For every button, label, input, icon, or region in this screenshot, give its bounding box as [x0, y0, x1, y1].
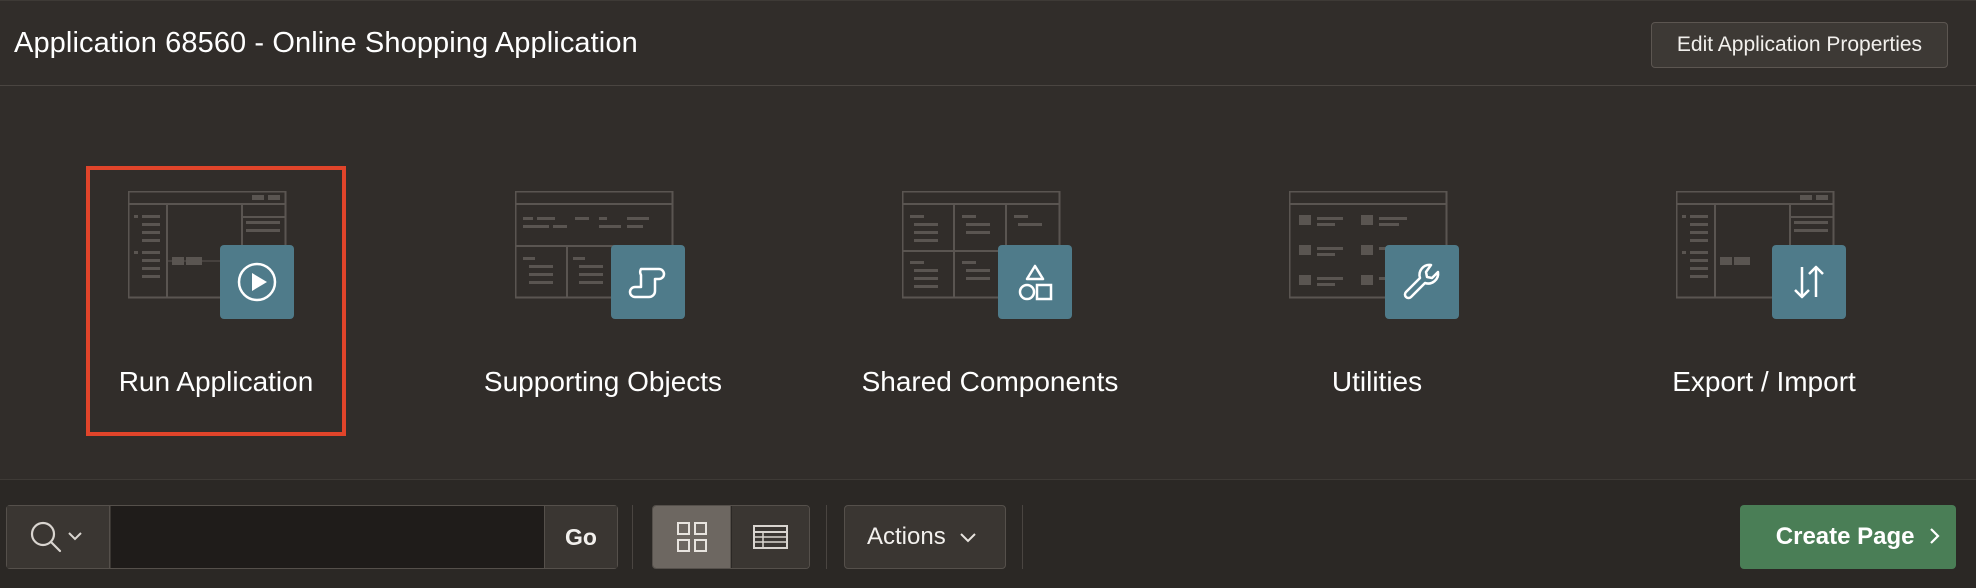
search-icon	[30, 521, 82, 553]
supporting-objects-badge	[611, 245, 685, 319]
shared-components-badge	[998, 245, 1072, 319]
run-badge	[220, 245, 294, 319]
search-group: Go	[6, 505, 618, 569]
tile-supporting-objects[interactable]: Supporting Objects	[473, 166, 733, 436]
application-header: Application 68560 - Online Shopping Appl…	[0, 0, 1976, 86]
chevron-down-icon	[960, 532, 977, 543]
toolbar-divider	[1022, 505, 1023, 569]
search-input[interactable]	[111, 506, 544, 568]
export-import-badge	[1772, 245, 1846, 319]
edit-application-properties-button[interactable]: Edit Application Properties	[1651, 22, 1948, 68]
actions-label: Actions	[867, 523, 946, 550]
search-column-selector[interactable]	[7, 506, 110, 568]
tile-run-application[interactable]: Run Application	[86, 166, 346, 436]
tile-label: Export / Import	[1672, 366, 1856, 397]
tile-export-import[interactable]: Export / Import	[1634, 166, 1894, 436]
toolbar-divider	[632, 505, 633, 569]
page-title: Application 68560 - Online Shopping Appl…	[14, 27, 638, 59]
utilities-badge	[1385, 245, 1459, 319]
go-button[interactable]: Go	[544, 506, 617, 568]
tile-utilities[interactable]: Utilities	[1247, 166, 1507, 436]
tile-label: Shared Components	[861, 366, 1119, 397]
grid-view-button[interactable]	[653, 506, 731, 568]
toolbar: Go Actions Create Page	[0, 479, 1976, 588]
scroll-icon	[628, 267, 666, 299]
tile-label: Run Application	[118, 366, 314, 397]
create-page-button[interactable]: Create Page	[1740, 505, 1956, 569]
up-down-arrows-icon	[1794, 265, 1824, 299]
view-mode-toggle	[652, 505, 810, 569]
app-builder-page: Application 68560 - Online Shopping Appl…	[0, 0, 1976, 588]
table-icon	[753, 525, 788, 549]
chevron-right-icon	[1930, 528, 1940, 544]
application-tiles: Run Application Supporting Objects Share…	[0, 87, 1976, 479]
play-icon	[237, 262, 277, 302]
tile-label: Utilities	[1331, 366, 1423, 397]
toolbar-divider	[826, 505, 827, 569]
tile-label: Supporting Objects	[483, 366, 723, 397]
shapes-icon	[1018, 264, 1053, 301]
grid-icon	[677, 522, 707, 552]
wrench-icon	[1403, 263, 1440, 300]
create-page-label: Create Page	[1775, 523, 1915, 550]
report-view-button[interactable]	[732, 506, 809, 568]
tile-shared-components[interactable]: Shared Components	[860, 166, 1120, 436]
chevron-down-icon	[68, 532, 82, 541]
actions-menu-button[interactable]: Actions	[844, 505, 1006, 569]
